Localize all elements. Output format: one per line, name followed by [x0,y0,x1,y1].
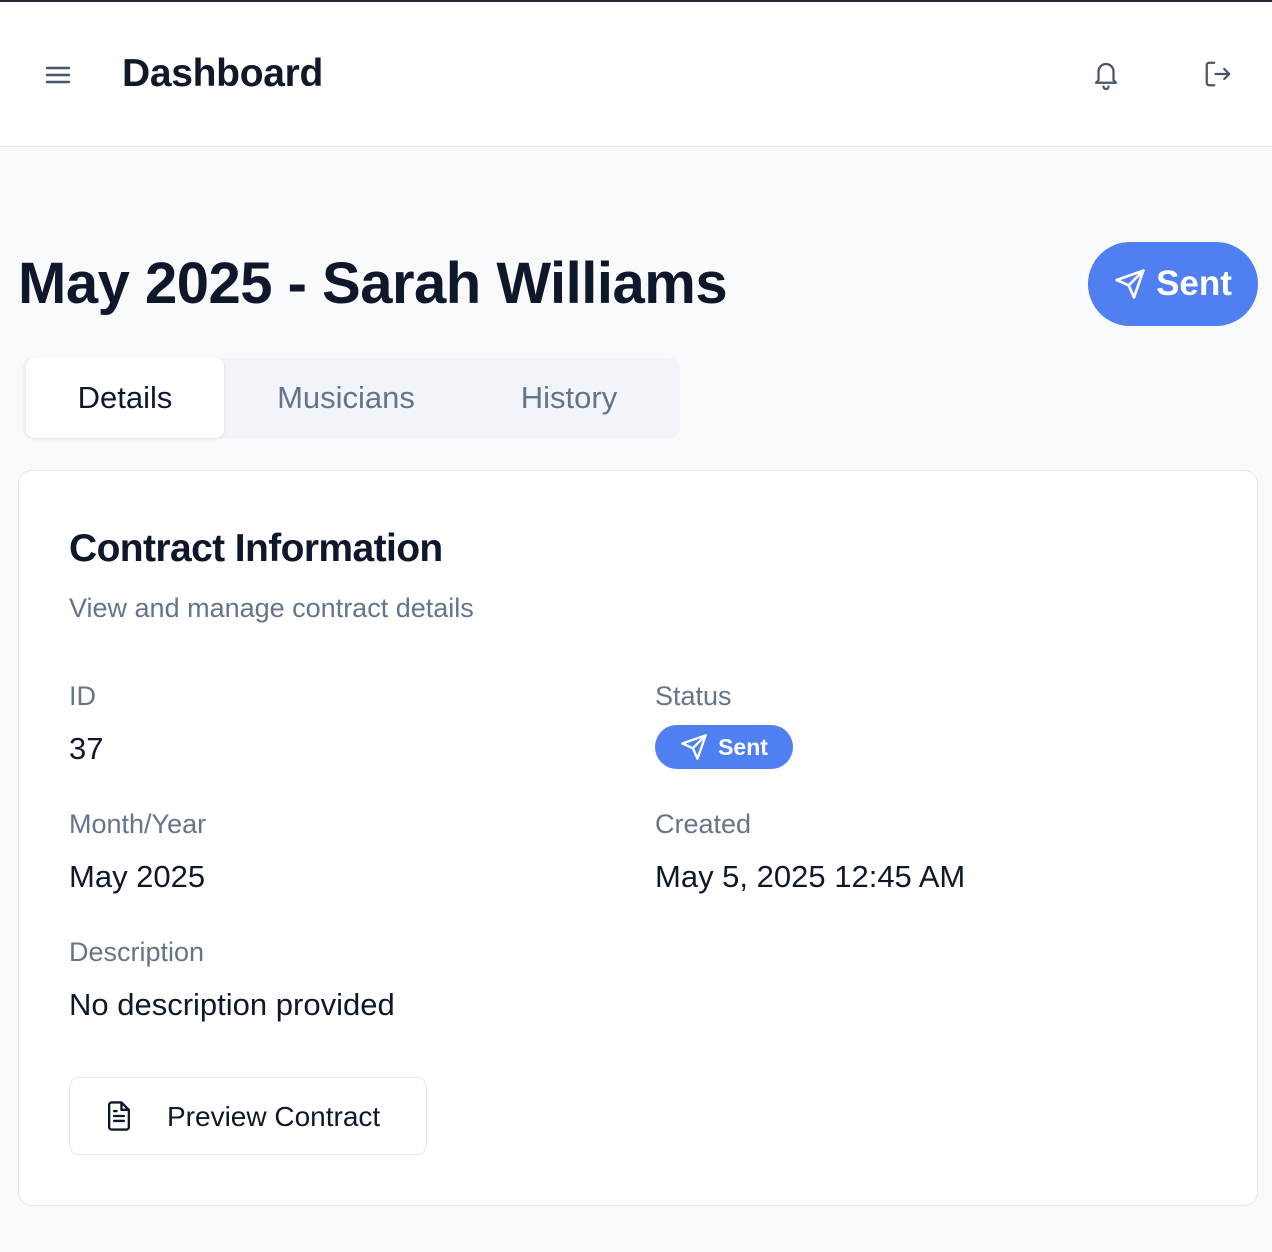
contract-info-card: Contract Information View and manage con… [18,470,1258,1206]
created-value: May 5, 2025 12:45 AM [655,859,966,894]
created-label: Created [655,809,752,839]
send-icon [681,734,707,760]
status-badge: Sent [655,725,793,769]
id-value: 37 [69,731,104,766]
preview-contract-button[interactable]: Preview Contract [69,1077,427,1155]
status-badge-header: Sent [1088,242,1258,326]
app-header: Dashboard [0,2,1272,147]
month-year-label: Month/Year [69,809,207,839]
description-label: Description [69,937,205,967]
tab-list: Details Musicians History [22,358,680,438]
tab-history[interactable]: History [476,358,662,438]
header-title: Dashboard [122,52,324,95]
card-title: Contract Information [69,527,443,570]
send-icon [1115,269,1145,299]
notifications-button[interactable] [1084,52,1128,96]
bell-icon [1094,62,1118,91]
preview-contract-label: Preview Contract [167,1101,381,1132]
id-label: ID [69,681,96,711]
status-label: Status [655,681,732,711]
month-year-value: May 2025 [69,859,206,894]
card-subtitle: View and manage contract details [69,593,474,623]
tab-details[interactable]: Details [26,358,224,438]
description-value: No description provided [69,987,395,1022]
status-badge-label: Sent [1156,264,1232,303]
tab-musicians[interactable]: Musicians [246,358,446,438]
menu-button[interactable] [36,55,80,95]
status-badge-text: Sent [718,733,768,760]
page-title: May 2025 - Sarah Williams [18,251,728,316]
menu-icon [45,66,71,84]
logout-icon [1205,61,1231,87]
file-text-icon [107,1101,131,1131]
logout-button[interactable] [1196,52,1240,96]
